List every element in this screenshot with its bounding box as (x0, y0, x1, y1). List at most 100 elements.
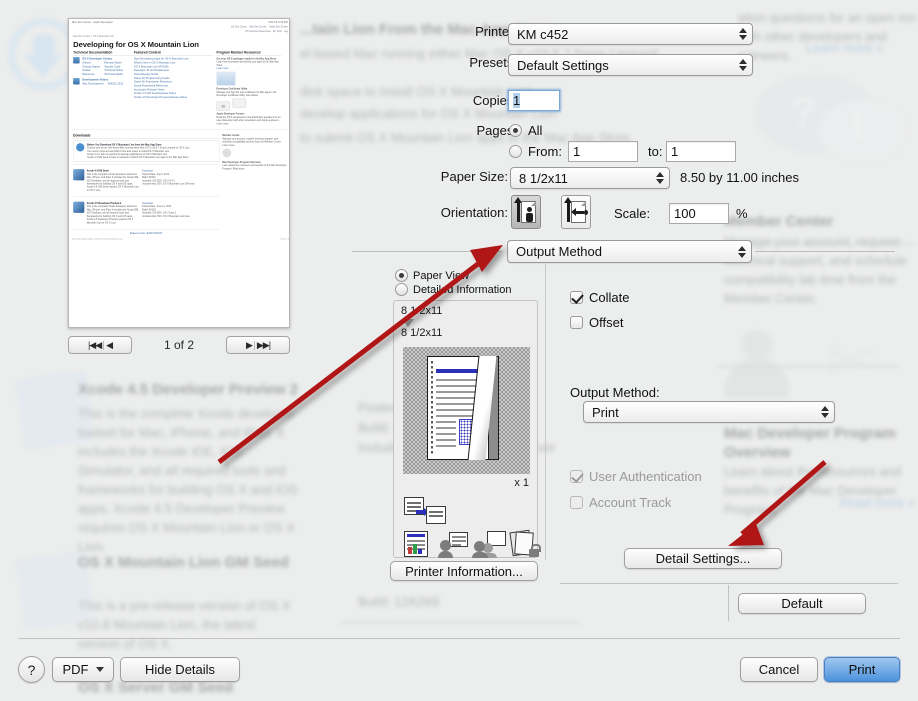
preview-side-6: Read the OS X development and distributi… (216, 115, 281, 125)
up-arrow-icon (514, 197, 522, 222)
sheet-title-bar (436, 369, 478, 373)
down-triangle-icon (402, 319, 414, 327)
preview-tech-10: Mac Development (82, 82, 104, 86)
pdf-label: PDF (62, 662, 89, 677)
detail-settings-button[interactable]: Detail Settings... (624, 548, 782, 569)
output-method-field-label: Output Method: (570, 385, 660, 400)
detailed-info-radio-row[interactable]: Detailed Information (395, 283, 511, 296)
hide-details-button[interactable]: Hide Details (120, 657, 240, 682)
presets-select[interactable]: Default Settings (508, 54, 753, 76)
preview-side-2: Learn more (216, 67, 229, 70)
preview-site-title: Mac Dev Center - Apple Developer (71, 20, 113, 24)
chevron-down-icon (95, 667, 104, 672)
paper-size-top-label: 8 1/2x11 (401, 305, 443, 317)
pages-all-radio-row[interactable]: All (509, 123, 542, 138)
user-authentication-checkbox (570, 470, 583, 483)
paper-view-panel: 8 1/2x11 8 1/2x11 x 1 (393, 300, 541, 558)
printer-select[interactable]: KM c452 (508, 23, 753, 45)
single-user-icon (438, 531, 468, 558)
sheet-perforation (431, 361, 433, 455)
pages-to-input[interactable]: 1 (666, 141, 736, 162)
footer-vertical-divider (728, 585, 729, 621)
page-nav-forward-group[interactable]: ▶ ▶▶| (226, 336, 290, 354)
copies-input[interactable]: 1 (508, 90, 560, 111)
orientation-label: Orientation: (440, 205, 508, 220)
library-icon (73, 57, 80, 64)
footer-divider-left (560, 583, 730, 584)
pages-range-radio-row[interactable]: From: (509, 144, 562, 159)
presets-value: Default Settings (517, 57, 609, 73)
user-authentication-row: User Authentication (570, 469, 702, 484)
preview-side-8: Manage your account, request technical s… (222, 137, 282, 147)
preview-page-label: Page 1 of 2 (280, 237, 290, 240)
collate-checkbox-row[interactable]: Collate (570, 290, 629, 305)
cancel-button[interactable]: Cancel (740, 657, 818, 682)
pages-all-label: All (528, 123, 543, 138)
printer-information-button[interactable]: Printer Information... (390, 561, 538, 581)
pages-from-radio[interactable] (509, 145, 522, 158)
preview-page-content: Mac Dev Center - Apple Developer 9/11/12… (69, 19, 290, 242)
pane-separator-left (352, 251, 502, 252)
presets-label: Presets: (469, 55, 517, 70)
sheet-feed-icon (404, 497, 448, 525)
scale-value: 100 (674, 206, 696, 221)
paper-view-radio-row[interactable]: Paper View (395, 269, 469, 282)
default-button[interactable]: Default (738, 593, 866, 614)
copies-label: Copies: (472, 93, 517, 108)
document-preview[interactable]: Mac Dev Center - Apple Developer 9/11/12… (68, 18, 290, 328)
first-page-icon[interactable]: |◀◀ (88, 340, 102, 351)
pane-separator-right (755, 251, 895, 252)
account-track-checkbox (570, 496, 583, 509)
pane-selector[interactable]: Output Method (507, 240, 752, 263)
preview-product-1-desc: This is the complete Xcode developer too… (86, 205, 139, 225)
previous-page-icon[interactable]: ◀ (106, 340, 113, 351)
chevron-updown-icon (821, 406, 829, 418)
pane-selector-value: Output Method (516, 244, 602, 259)
dialog-footer-divider (18, 638, 900, 639)
offset-checkbox[interactable] (570, 316, 583, 329)
preview-sidebar-image (216, 71, 236, 86)
print-button[interactable]: Print (824, 657, 900, 682)
output-method-select[interactable]: Print (583, 401, 835, 423)
preview-product-0-desc: This is the complete Xcode developer too… (86, 172, 139, 192)
preview-subnav-0: OS Common Resources (245, 29, 271, 33)
pages-all-radio[interactable] (509, 124, 522, 137)
pdf-button[interactable]: PDF (52, 657, 114, 682)
nav-separator-2 (253, 340, 255, 350)
thumbnail-count: x 1 (514, 477, 529, 489)
print-label: Print (848, 662, 876, 677)
preview-date-stamp: 9/11/12 9:45 PM (268, 20, 288, 24)
preview-footer-url: https://developer.apple.com/devcenter/ma… (71, 237, 123, 240)
orientation-portrait-button[interactable] (511, 195, 541, 229)
preview-nav-2: Safari Dev Center (269, 25, 288, 29)
preview-section-downloads: Downloads (73, 134, 220, 139)
user-authentication-label: User Authentication (589, 469, 702, 484)
last-page-icon[interactable]: ▶▶| (257, 340, 271, 351)
paper-view-radio[interactable] (395, 269, 408, 282)
preview-product-0: Xcode 4.4 GM Seed This is the complete X… (73, 167, 219, 194)
hide-details-label: Hide Details (144, 662, 216, 677)
paper-size-select[interactable]: 8 1/2x11 (510, 167, 670, 189)
next-page-icon[interactable]: ▶ (246, 340, 253, 351)
pages-from-input[interactable]: 1 (568, 141, 638, 162)
chevron-updown-icon (739, 28, 747, 40)
offset-checkbox-row[interactable]: Offset (570, 315, 623, 330)
preview-tech-8: Technical Q&As (104, 72, 124, 76)
printer-information-label: Printer Information... (405, 563, 523, 579)
preview-section-featured: Featured Content (133, 51, 214, 56)
orientation-landscape-button[interactable] (561, 195, 591, 229)
pane-vertical-divider (545, 264, 546, 560)
pages-from-label: From: (528, 144, 562, 159)
detailed-information-label: Detailed Information (413, 283, 512, 296)
help-button[interactable]: ? (18, 656, 45, 683)
preview-dl-note-3: Xcode 4.4 GM Seed or later is required t… (86, 156, 190, 159)
printer-value: KM c452 (517, 26, 569, 42)
paper-size-value: 8 1/2x11 (519, 170, 568, 186)
scale-input[interactable]: 100 (669, 203, 729, 224)
paper-size-bottom-label: 8 1/2x11 (401, 327, 443, 339)
rotate-glyph-icon (571, 208, 588, 216)
detailed-information-radio[interactable] (395, 283, 408, 296)
pages-label: Pages: (476, 123, 517, 138)
collate-checkbox[interactable] (570, 291, 583, 304)
page-nav-back-group[interactable]: |◀◀ ◀ (68, 336, 132, 354)
